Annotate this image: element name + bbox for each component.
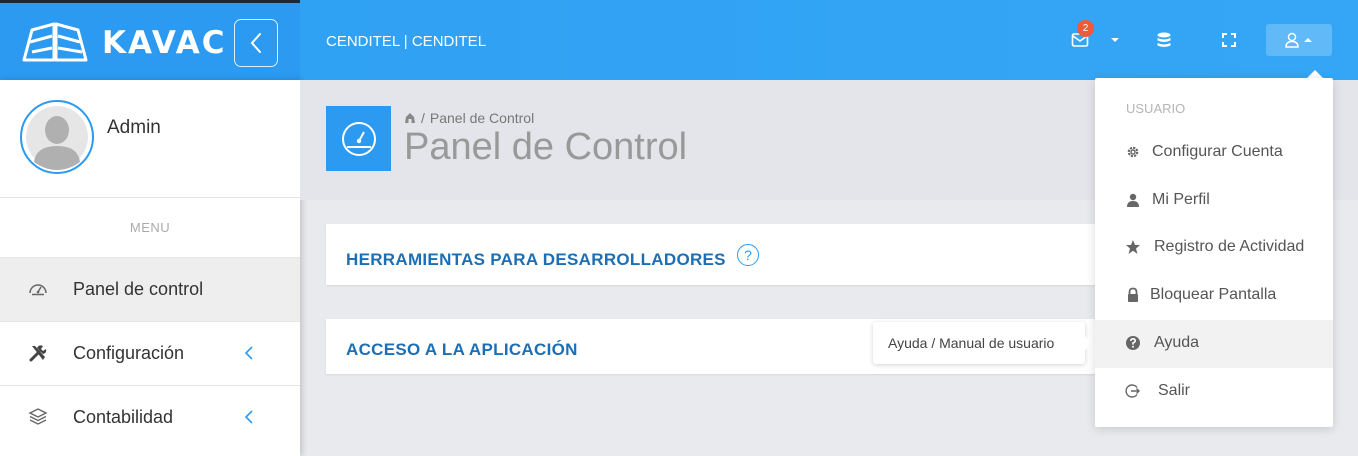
- user-name: Admin: [107, 117, 161, 138]
- sidebar: Admin MENU Panel de control Configuració…: [0, 80, 300, 456]
- tooltip-text: Ayuda / Manual de usuario: [888, 335, 1055, 351]
- card-title: ACCESO A LA APLICACIÓN: [346, 340, 578, 359]
- user-menu-button[interactable]: [1266, 24, 1332, 56]
- menu-item-label: Configurar Cuenta: [1152, 143, 1283, 160]
- breadcrumb-item[interactable]: Panel de Control: [430, 110, 534, 126]
- sidebar-item-label: Configuración: [73, 343, 185, 363]
- sidebar-item-label: Contabilidad: [73, 407, 174, 427]
- menu-item-label: Bloquear Pantalla: [1150, 286, 1277, 303]
- chevron-left-icon: [244, 410, 253, 424]
- menu-item-label: Ayuda: [1154, 334, 1200, 351]
- menu-item-mi-perfil[interactable]: Mi Perfil: [1095, 177, 1333, 225]
- menu-item-salir[interactable]: Salir: [1095, 368, 1333, 416]
- dropdown-header: USUARIO: [1126, 101, 1186, 116]
- menu-item-registro-actividad[interactable]: Registro de Actividad: [1095, 224, 1333, 272]
- breadcrumb-separator: /: [421, 110, 425, 126]
- chevron-left-icon: [250, 33, 261, 53]
- tooltip: Ayuda / Manual de usuario: [873, 322, 1085, 364]
- caret-down-icon: [1111, 38, 1119, 42]
- menu-item-configurar-cuenta[interactable]: Configurar Cuenta: [1095, 129, 1333, 177]
- database-button[interactable]: [1152, 28, 1176, 52]
- developer-tools-card[interactable]: HERRAMIENTAS PARA DESARROLLADORES ?: [326, 224, 1226, 285]
- database-icon: [1157, 32, 1171, 47]
- page-icon-tile: [326, 106, 391, 171]
- notifications-dropdown-button[interactable]: [1103, 28, 1127, 52]
- divider: [0, 197, 300, 198]
- dashboard-icon: [29, 284, 47, 296]
- logout-icon: [1125, 384, 1140, 398]
- menu-item-bloquear-pantalla[interactable]: Bloquear Pantalla: [1095, 272, 1333, 320]
- fullscreen-icon: [1222, 33, 1236, 47]
- home-icon[interactable]: [404, 112, 416, 124]
- fullscreen-button[interactable]: [1217, 28, 1241, 52]
- menu-item-label: Salir: [1158, 382, 1191, 399]
- tools-icon: [29, 345, 47, 362]
- sidebar-item-label: Panel de control: [73, 279, 204, 299]
- sidebar-item-panel-de-control[interactable]: Panel de control: [0, 257, 300, 321]
- card-title: HERRAMIENTAS PARA DESARROLLADORES: [346, 250, 726, 269]
- layers-icon: [28, 408, 48, 425]
- gear-icon: [1127, 146, 1139, 158]
- avatar[interactable]: [20, 100, 94, 174]
- brand-area: KAVAC: [0, 0, 300, 80]
- person-icon: [1127, 193, 1139, 207]
- help-icon[interactable]: ?: [737, 244, 759, 266]
- dashboard-icon: [341, 121, 376, 156]
- kavac-logo-icon: [22, 22, 88, 62]
- page-title: Panel de Control: [404, 126, 688, 168]
- notification-count-badge: 2: [1077, 20, 1094, 37]
- tooltip-arrow: [1085, 336, 1092, 350]
- sidebar-toggle-button[interactable]: [234, 19, 278, 67]
- lock-icon: [1128, 287, 1138, 302]
- menu-item-label: Registro de Actividad: [1154, 238, 1305, 255]
- caret-up-icon: [1304, 38, 1312, 42]
- brand-name: KAVAC: [102, 25, 227, 61]
- chevron-left-icon: [244, 346, 253, 360]
- sidebar-item-contabilidad[interactable]: Contabilidad: [0, 385, 300, 449]
- star-icon: [1126, 240, 1140, 254]
- sidebar-item-configuracion[interactable]: Configuración: [0, 321, 300, 385]
- menu-header: MENU: [129, 220, 171, 235]
- user-avatar-icon: [26, 106, 88, 170]
- user-dropdown-menu: USUARIO Configurar Cuenta Mi Perfil Regi…: [1095, 78, 1333, 427]
- breadcrumb: / Panel de Control: [404, 110, 534, 126]
- question-icon: [1126, 336, 1140, 350]
- menu-item-ayuda[interactable]: Ayuda: [1095, 320, 1333, 368]
- menu-item-label: Mi Perfil: [1152, 191, 1210, 208]
- user-icon: [1285, 32, 1299, 48]
- organization-label: CENDITEL | CENDITEL: [326, 33, 487, 50]
